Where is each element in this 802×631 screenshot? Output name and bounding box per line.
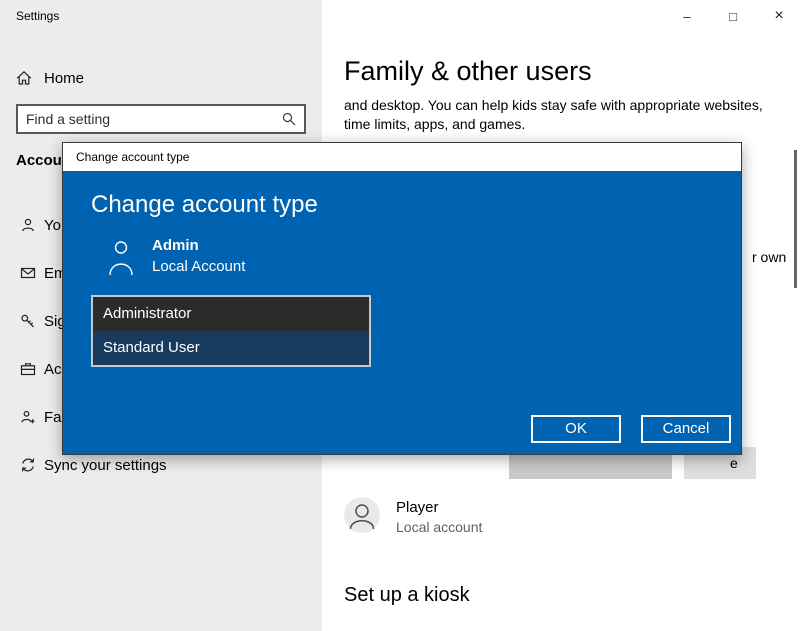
dialog-body: Change account type Admin Local Account …	[63, 171, 741, 454]
account-type-listbox: Administrator Standard User	[91, 295, 371, 367]
option-standard-user[interactable]: Standard User	[93, 331, 369, 365]
sidebar-item-home[interactable]: Home	[16, 62, 84, 94]
intro-text: and desktop. You can help kids stay safe…	[344, 96, 780, 134]
envelope-icon	[20, 265, 36, 281]
search-input[interactable]	[18, 106, 274, 132]
window-controls: – □ ×	[664, 0, 802, 32]
minimize-button[interactable]: –	[664, 0, 710, 32]
kiosk-heading: Set up a kiosk	[344, 584, 470, 607]
family-icon	[20, 409, 36, 425]
window-title: Settings	[16, 9, 59, 23]
home-label: Home	[44, 70, 84, 87]
settings-window: Home Accounts Your info Email & accounts	[0, 0, 802, 631]
dialog-titlebar: Change account type	[63, 143, 741, 171]
cancel-button[interactable]: Cancel	[641, 415, 731, 443]
remove-button-fragment: e	[730, 455, 738, 471]
option-administrator[interactable]: Administrator	[93, 297, 369, 331]
sync-icon	[20, 457, 36, 473]
dialog-account-summary: Admin Local Account	[108, 237, 245, 282]
change-account-type-dialog: Change account type Change account type …	[62, 142, 742, 455]
account-name: Player	[396, 499, 482, 516]
occluded-text-fragment: r own	[752, 249, 786, 265]
dialog-heading: Change account type	[91, 191, 318, 219]
dialog-account-type: Local Account	[152, 258, 245, 275]
search-box	[16, 104, 306, 134]
account-avatar-icon	[344, 497, 380, 533]
close-button[interactable]: ×	[756, 0, 802, 32]
search-icon	[274, 106, 304, 132]
account-type: Local account	[396, 519, 482, 535]
briefcase-icon	[20, 361, 36, 377]
ok-button[interactable]: OK	[531, 415, 621, 443]
maximize-button[interactable]: □	[710, 0, 756, 32]
key-icon	[20, 313, 36, 329]
account-row-player[interactable]: Player Local account	[344, 497, 482, 535]
user-icon	[108, 239, 134, 282]
sidebar-item-label: Sync your settings	[44, 457, 167, 474]
page-title: Family & other users	[344, 56, 592, 87]
home-icon	[16, 70, 32, 86]
scrollbar-thumb[interactable]	[794, 150, 797, 288]
person-icon	[20, 217, 36, 233]
dialog-account-name: Admin	[152, 237, 245, 254]
dialog-title: Change account type	[76, 150, 189, 164]
